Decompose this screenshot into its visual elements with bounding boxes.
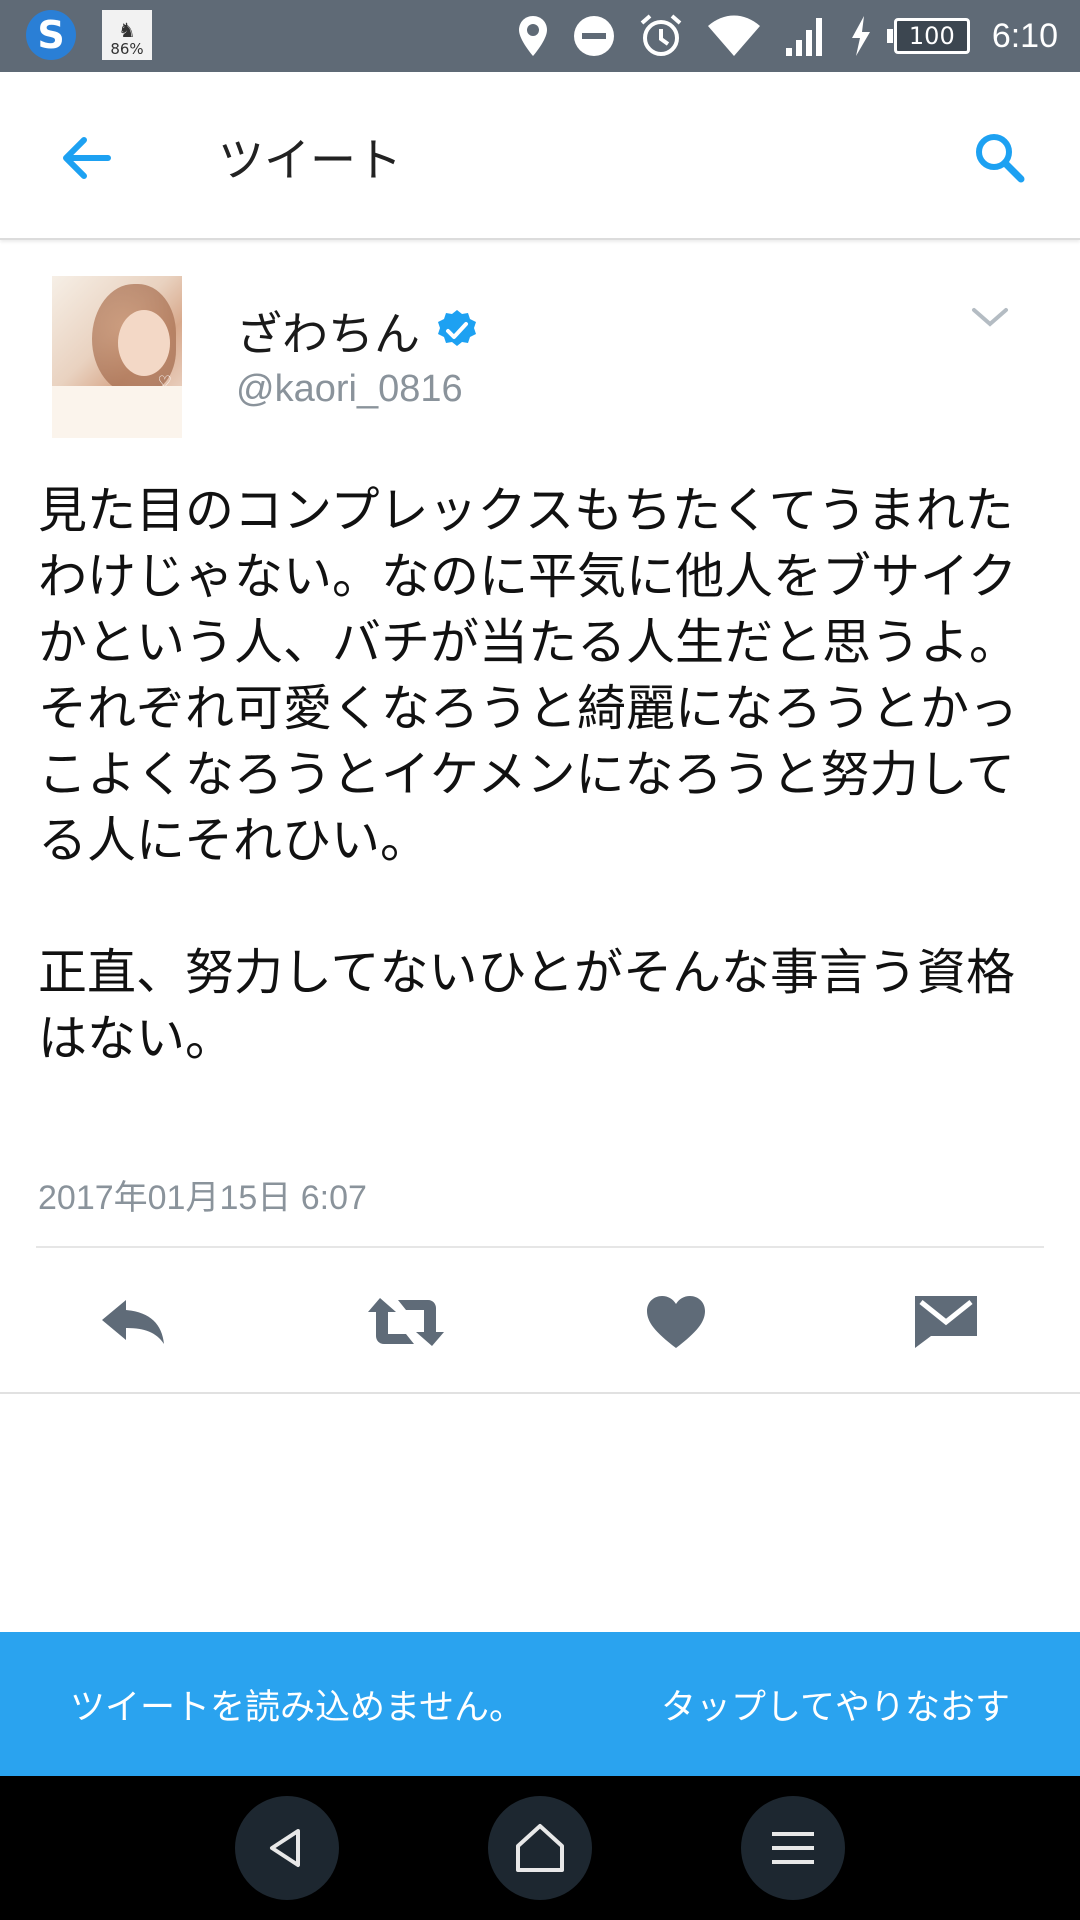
battery-level: 100 xyxy=(908,22,955,50)
load-error-banner[interactable]: ツイートを読み込めません。 タップしてやりなおす xyxy=(0,1632,1080,1776)
avatar[interactable]: ♡ xyxy=(52,276,182,438)
heart-icon xyxy=(647,1296,705,1348)
system-nav-bar xyxy=(0,1776,1080,1920)
signal-icon xyxy=(784,14,828,58)
search-icon xyxy=(976,134,1025,183)
app-s-icon: S xyxy=(26,10,76,60)
tweet-actions xyxy=(0,1248,1080,1396)
status-right-icons: 100 6:10 xyxy=(516,0,1058,72)
home-icon xyxy=(515,1824,564,1872)
nav-home-button[interactable] xyxy=(487,1796,592,1900)
battery-icon: 100 xyxy=(886,18,970,54)
back-arrow-icon xyxy=(63,137,111,179)
location-icon xyxy=(516,14,550,58)
direct-message-button[interactable] xyxy=(904,1292,988,1352)
nav-back-button[interactable] xyxy=(234,1796,339,1900)
charging-bolt-icon xyxy=(850,16,872,56)
menu-icon xyxy=(772,1832,815,1864)
display-name[interactable]: ざわちん xyxy=(236,298,420,364)
error-message: ツイートを読み込めません。 xyxy=(70,1687,524,1728)
tweet-timestamp: 2017年01月15日 6:07 xyxy=(38,1179,367,1217)
like-button[interactable] xyxy=(634,1292,718,1352)
triangle-back-icon xyxy=(269,1829,300,1867)
envelope-icon xyxy=(915,1296,977,1348)
chevron-down-icon xyxy=(972,308,1008,327)
nav-menu-button[interactable] xyxy=(741,1796,846,1900)
retweet-button[interactable] xyxy=(364,1292,448,1352)
retry-button[interactable]: タップしてやりなおす xyxy=(661,1679,1010,1730)
app-bar: ツイート xyxy=(0,72,1080,240)
status-left-icons: S ♞ 86% xyxy=(26,10,152,60)
percent-badge-label: 86% xyxy=(110,40,144,58)
search-button[interactable] xyxy=(970,128,1030,188)
tweet-text: 見た目のコンプレックスもちたくてうまれたわけじゃない。なのに平気に他人をブサイク… xyxy=(38,482,1019,1067)
author-name-row: ざわちん xyxy=(236,298,480,364)
verified-badge-icon xyxy=(438,310,476,346)
reply-icon xyxy=(102,1300,164,1344)
user-handle[interactable]: @kaori_0816 xyxy=(236,368,463,411)
status-bar: S ♞ 86% 100 6:10 xyxy=(0,0,1080,72)
alarm-icon xyxy=(638,13,684,59)
page-title: ツイート xyxy=(218,133,402,187)
do-not-disturb-icon xyxy=(572,14,616,58)
percent-badge-icon: ♞ 86% xyxy=(102,10,152,60)
reply-button[interactable] xyxy=(92,1292,176,1352)
back-button[interactable] xyxy=(56,128,116,188)
clock: 6:10 xyxy=(991,16,1058,55)
tweet-options-button[interactable] xyxy=(970,306,1010,330)
retweet-icon xyxy=(368,1298,444,1346)
divider xyxy=(0,1392,1080,1394)
wifi-icon xyxy=(706,14,762,58)
